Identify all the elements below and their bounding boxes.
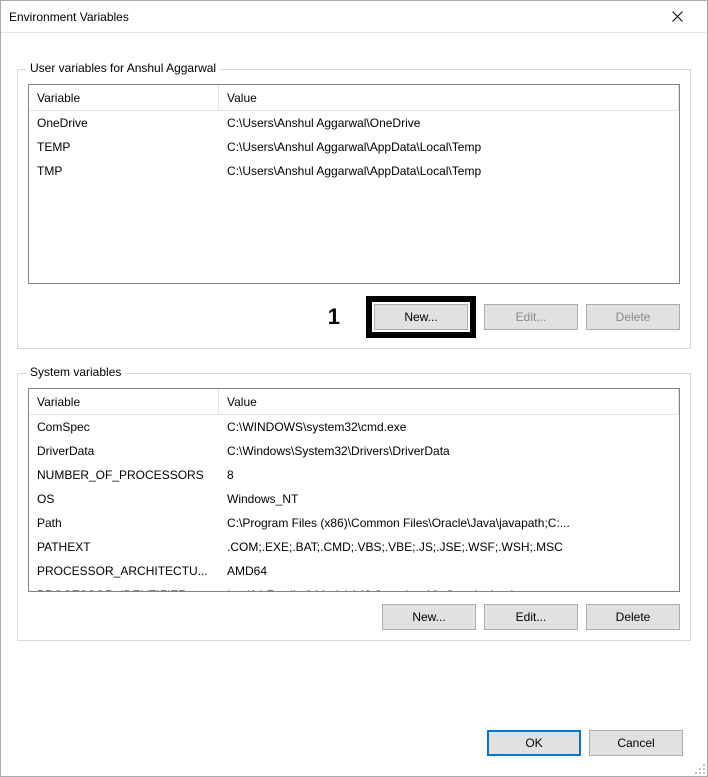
cell-value: 8: [219, 468, 679, 482]
cell-variable: ComSpec: [29, 420, 219, 434]
system-button-row: New... Edit... Delete: [28, 604, 680, 630]
user-edit-button[interactable]: Edit...: [484, 304, 578, 330]
cell-variable: PROCESSOR_IDENTIFIER: [29, 588, 219, 591]
col-header-variable[interactable]: Variable: [29, 85, 219, 111]
table-row[interactable]: OneDriveC:\Users\Anshul Aggarwal\OneDriv…: [29, 111, 679, 135]
cell-value: C:\Users\Anshul Aggarwal\OneDrive: [219, 116, 679, 130]
table-row[interactable]: PROCESSOR_ARCHITECTU...AMD64: [29, 559, 679, 583]
cancel-button[interactable]: Cancel: [589, 730, 683, 756]
table-row[interactable]: OSWindows_NT: [29, 487, 679, 511]
table-row[interactable]: TEMPC:\Users\Anshul Aggarwal\AppData\Loc…: [29, 135, 679, 159]
table-row[interactable]: PathC:\Program Files (x86)\Common Files\…: [29, 511, 679, 535]
col-header-value[interactable]: Value: [219, 389, 679, 415]
cell-value: C:\Program Files (x86)\Common Files\Orac…: [219, 516, 679, 530]
cell-variable: PATHEXT: [29, 540, 219, 554]
table-row[interactable]: TMPC:\Users\Anshul Aggarwal\AppData\Loca…: [29, 159, 679, 183]
cell-value: Windows_NT: [219, 492, 679, 506]
window-title: Environment Variables: [9, 10, 655, 24]
user-button-row: 1 New... Edit... Delete: [28, 296, 680, 338]
system-edit-button[interactable]: Edit...: [484, 604, 578, 630]
col-header-value[interactable]: Value: [219, 85, 679, 111]
close-button[interactable]: [655, 2, 699, 32]
cell-value: Intel64 Family 6 Model 142 Stepping 10, …: [219, 588, 679, 591]
cell-variable: OS: [29, 492, 219, 506]
cell-variable: OneDrive: [29, 116, 219, 130]
dialog-content: User variables for Anshul Aggarwal Varia…: [1, 33, 707, 714]
user-rows: OneDriveC:\Users\Anshul Aggarwal\OneDriv…: [29, 111, 679, 183]
cell-variable: TMP: [29, 164, 219, 178]
system-new-button[interactable]: New...: [382, 604, 476, 630]
table-row[interactable]: PROCESSOR_IDENTIFIERIntel64 Family 6 Mod…: [29, 583, 679, 591]
cell-variable: DriverData: [29, 444, 219, 458]
close-icon: [672, 11, 683, 22]
cell-variable: PROCESSOR_ARCHITECTU...: [29, 564, 219, 578]
user-variables-table[interactable]: Variable Value OneDriveC:\Users\Anshul A…: [28, 84, 680, 284]
table-header: Variable Value: [29, 85, 679, 111]
cell-value: C:\Users\Anshul Aggarwal\AppData\Local\T…: [219, 140, 679, 154]
annotation-label: 1: [328, 304, 340, 330]
system-variables-label: System variables: [26, 365, 125, 379]
system-rows: ComSpecC:\WINDOWS\system32\cmd.exeDriver…: [29, 415, 679, 591]
cell-variable: NUMBER_OF_PROCESSORS: [29, 468, 219, 482]
resize-grip-icon[interactable]: [692, 761, 706, 775]
env-vars-dialog: Environment Variables User variables for…: [0, 0, 708, 777]
cell-value: .COM;.EXE;.BAT;.CMD;.VBS;.VBE;.JS;.JSE;.…: [219, 540, 679, 554]
annotation-box: New...: [366, 296, 476, 338]
table-row[interactable]: PATHEXT.COM;.EXE;.BAT;.CMD;.VBS;.VBE;.JS…: [29, 535, 679, 559]
col-header-variable[interactable]: Variable: [29, 389, 219, 415]
system-variables-group: System variables Variable Value ComSpecC…: [17, 373, 691, 641]
cell-value: C:\WINDOWS\system32\cmd.exe: [219, 420, 679, 434]
system-delete-button[interactable]: Delete: [586, 604, 680, 630]
cell-value: C:\Windows\System32\Drivers\DriverData: [219, 444, 679, 458]
cell-value: AMD64: [219, 564, 679, 578]
cell-variable: Path: [29, 516, 219, 530]
table-row[interactable]: NUMBER_OF_PROCESSORS8: [29, 463, 679, 487]
user-variables-group: User variables for Anshul Aggarwal Varia…: [17, 69, 691, 349]
table-row[interactable]: ComSpecC:\WINDOWS\system32\cmd.exe: [29, 415, 679, 439]
user-variables-label: User variables for Anshul Aggarwal: [26, 61, 220, 75]
table-row[interactable]: DriverDataC:\Windows\System32\Drivers\Dr…: [29, 439, 679, 463]
cell-value: C:\Users\Anshul Aggarwal\AppData\Local\T…: [219, 164, 679, 178]
cell-variable: TEMP: [29, 140, 219, 154]
dialog-footer: OK Cancel: [1, 714, 707, 776]
user-delete-button[interactable]: Delete: [586, 304, 680, 330]
titlebar: Environment Variables: [1, 1, 707, 33]
system-variables-table[interactable]: Variable Value ComSpecC:\WINDOWS\system3…: [28, 388, 680, 592]
user-new-button[interactable]: New...: [374, 304, 468, 330]
ok-button[interactable]: OK: [487, 730, 581, 756]
table-header: Variable Value: [29, 389, 679, 415]
